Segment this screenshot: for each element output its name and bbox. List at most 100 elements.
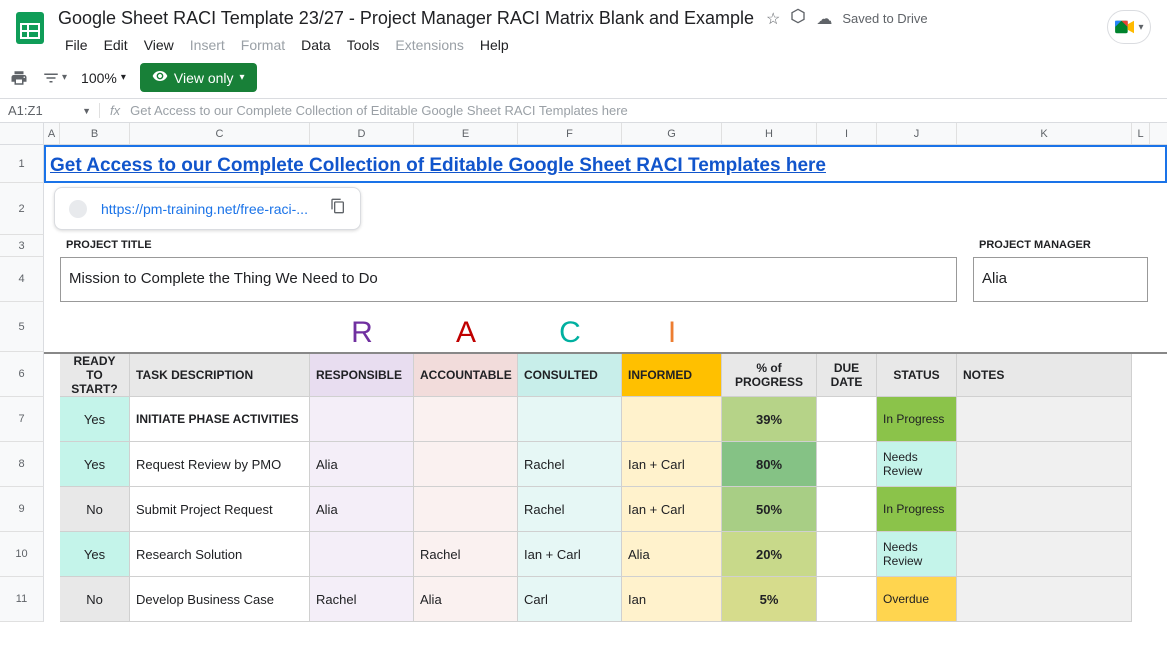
row-header[interactable]: 2 (0, 183, 44, 235)
filter-icon[interactable]: ▾ (42, 69, 67, 87)
row-header[interactable]: 3 (0, 235, 44, 257)
zoom-select[interactable]: 100%▾ (81, 70, 126, 86)
td-desc[interactable]: INITIATE PHASE ACTIVITIES (130, 397, 310, 442)
project-manager-cell[interactable]: Alia (973, 257, 1148, 302)
cell-row-5[interactable]: R A C I (44, 302, 1167, 352)
td-desc[interactable]: Research Solution (130, 532, 310, 577)
td-resp[interactable]: Rachel (310, 577, 414, 622)
td-prog[interactable]: 20% (722, 532, 817, 577)
td-prog[interactable]: 80% (722, 442, 817, 487)
col-header[interactable]: L (1132, 123, 1150, 144)
row-header[interactable]: 5 (0, 302, 44, 352)
menu-format[interactable]: Format (234, 33, 292, 57)
td-cons[interactable]: Rachel (518, 442, 622, 487)
td-notes[interactable] (957, 442, 1132, 487)
col-header[interactable]: B (60, 123, 130, 144)
col-header[interactable]: E (414, 123, 518, 144)
star-icon[interactable]: ☆ (766, 9, 780, 29)
table-row[interactable]: No Submit Project Request Alia Rachel Ia… (44, 487, 1167, 532)
table-row[interactable]: Yes Request Review by PMO Alia Rachel Ia… (44, 442, 1167, 487)
row-header[interactable]: 7 (0, 397, 44, 442)
td-resp[interactable] (310, 532, 414, 577)
td-desc[interactable]: Request Review by PMO (130, 442, 310, 487)
col-header[interactable]: F (518, 123, 622, 144)
row-header[interactable]: 8 (0, 442, 44, 487)
td-acc[interactable] (414, 442, 518, 487)
td-notes[interactable] (957, 532, 1132, 577)
th-acc[interactable]: ACCOUNTABLE (414, 354, 518, 397)
sheets-logo[interactable] (10, 8, 50, 48)
col-header[interactable]: C (130, 123, 310, 144)
td-ready[interactable]: Yes (60, 397, 130, 442)
td-notes[interactable] (957, 397, 1132, 442)
view-only-button[interactable]: View only ▾ (140, 63, 257, 92)
document-title[interactable]: Google Sheet RACI Template 23/27 - Proje… (58, 8, 754, 29)
menu-data[interactable]: Data (294, 33, 338, 57)
td-ready[interactable]: No (60, 487, 130, 532)
td-inf[interactable] (622, 397, 722, 442)
col-header[interactable]: I (817, 123, 877, 144)
td-cons[interactable]: Ian + Carl (518, 532, 622, 577)
th-status[interactable]: STATUS (877, 354, 957, 397)
td-ready[interactable]: Yes (60, 442, 130, 487)
col-header[interactable]: H (722, 123, 817, 144)
td-acc[interactable]: Alia (414, 577, 518, 622)
table-row[interactable]: Yes INITIATE PHASE ACTIVITIES 39% In Pro… (44, 397, 1167, 442)
col-header[interactable]: G (622, 123, 722, 144)
table-row[interactable]: Yes Research Solution Rachel Ian + Carl … (44, 532, 1167, 577)
move-icon[interactable] (790, 8, 806, 29)
td-status[interactable]: Needs Review (877, 532, 957, 577)
col-header[interactable]: K (957, 123, 1132, 144)
td-desc[interactable]: Develop Business Case (130, 577, 310, 622)
cell-row-2[interactable]: https://pm-training.net/free-raci-... (44, 183, 1167, 235)
menu-tools[interactable]: Tools (340, 33, 387, 57)
row-header[interactable]: 10 (0, 532, 44, 577)
col-header[interactable]: D (310, 123, 414, 144)
td-resp[interactable] (310, 397, 414, 442)
td-acc[interactable] (414, 397, 518, 442)
td-ready[interactable]: No (60, 577, 130, 622)
link-preview-url[interactable]: https://pm-training.net/free-raci-... (101, 201, 308, 217)
td-cons[interactable]: Carl (518, 577, 622, 622)
row-header[interactable]: 11 (0, 577, 44, 622)
header-link[interactable]: Get Access to our Complete Collection of… (46, 147, 830, 181)
th-desc[interactable]: TASK DESCRIPTION (130, 354, 310, 397)
td-status[interactable]: In Progress (877, 487, 957, 532)
row-header[interactable]: 4 (0, 257, 44, 302)
td-cons[interactable]: Rachel (518, 487, 622, 532)
link-preview-card[interactable]: https://pm-training.net/free-raci-... (54, 187, 361, 230)
th-due[interactable]: DUE DATE (817, 354, 877, 397)
td-resp[interactable]: Alia (310, 442, 414, 487)
menu-insert[interactable]: Insert (183, 33, 232, 57)
row-header[interactable]: 6 (0, 352, 44, 397)
th-ready[interactable]: READY TO START? (60, 354, 130, 397)
td-status[interactable]: In Progress (877, 397, 957, 442)
td-due[interactable] (817, 397, 877, 442)
td-acc[interactable] (414, 487, 518, 532)
td-inf[interactable]: Ian + Carl (622, 487, 722, 532)
row-header[interactable]: 1 (0, 145, 44, 183)
menu-help[interactable]: Help (473, 33, 516, 57)
menu-file[interactable]: File (58, 33, 95, 57)
menu-extensions[interactable]: Extensions (388, 33, 470, 57)
cloud-saved-icon[interactable]: ☁ (816, 9, 832, 29)
td-due[interactable] (817, 532, 877, 577)
td-due[interactable] (817, 442, 877, 487)
print-icon[interactable] (10, 69, 28, 87)
td-inf[interactable]: Ian + Carl (622, 442, 722, 487)
formula-input[interactable]: Get Access to our Complete Collection of… (130, 103, 1167, 118)
td-status[interactable]: Needs Review (877, 442, 957, 487)
th-prog[interactable]: % of PROGRESS (722, 354, 817, 397)
th-resp[interactable]: RESPONSIBLE (310, 354, 414, 397)
td-due[interactable] (817, 577, 877, 622)
col-header[interactable]: A (44, 123, 60, 144)
th-notes[interactable]: NOTES (957, 354, 1132, 397)
menu-edit[interactable]: Edit (97, 33, 135, 57)
cell-row-1[interactable]: Get Access to our Complete Collection of… (44, 145, 1167, 183)
td-cons[interactable] (518, 397, 622, 442)
cell-row-3[interactable]: PROJECT TITLE PROJECT MANAGER (44, 235, 1167, 257)
td-prog[interactable]: 5% (722, 577, 817, 622)
copy-icon[interactable] (330, 198, 346, 219)
th-cons[interactable]: CONSULTED (518, 354, 622, 397)
td-status[interactable]: Overdue (877, 577, 957, 622)
